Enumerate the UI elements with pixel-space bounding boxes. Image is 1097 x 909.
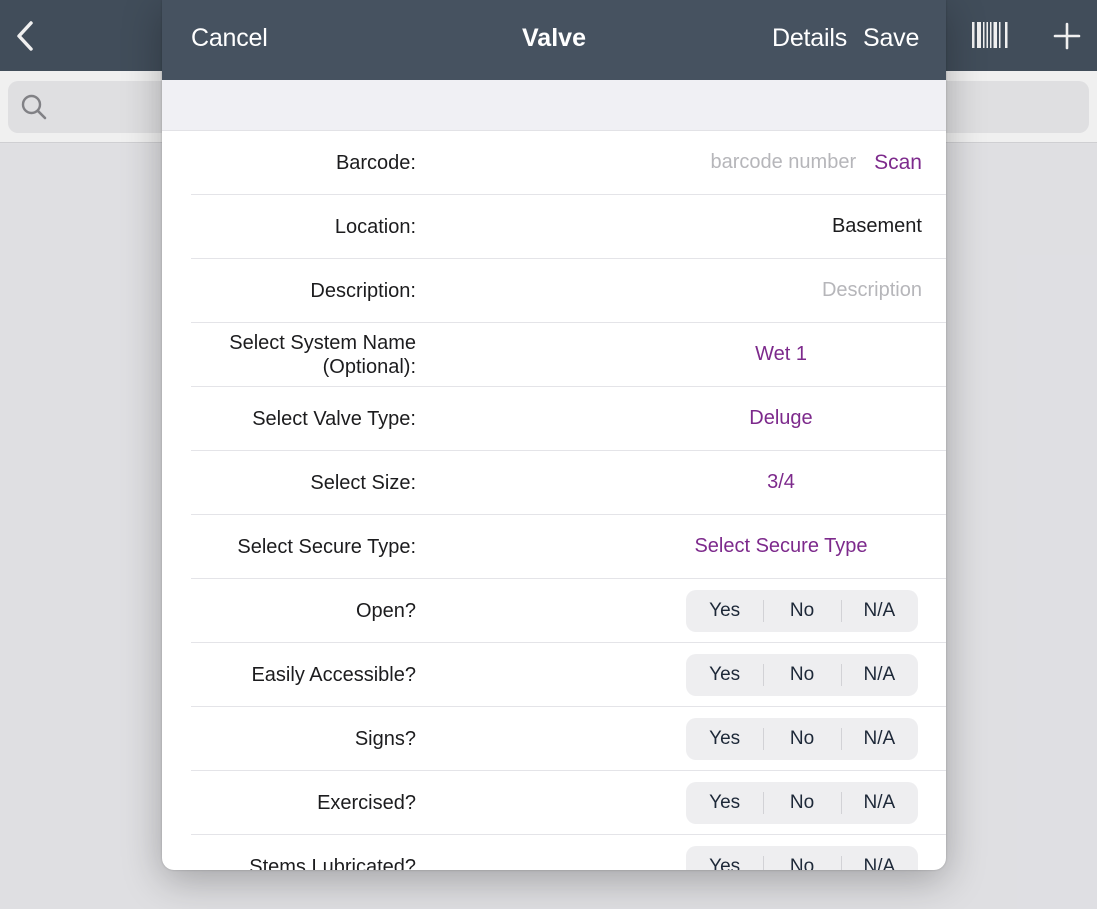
barcode-value-area: barcode number Scan [710,131,922,194]
modal-navbar: Valve Cancel Details Save [162,0,946,80]
segment-na[interactable]: N/A [840,590,918,632]
segment-yes[interactable]: Yes [686,718,763,760]
size-picker[interactable]: 3/4 [631,451,931,514]
description-row: Description: Description [191,259,946,323]
segment-na[interactable]: N/A [840,718,918,760]
yes-no-na-segmented-control: Yes No N/A [686,782,918,824]
segment-na[interactable]: N/A [840,846,918,870]
question-label: Signs? [354,727,416,750]
description-input[interactable]: Description [822,279,922,302]
save-button[interactable]: Save [863,24,919,53]
question-label: Open? [355,599,416,622]
valve-type-label: Select Valve Type: [252,407,416,430]
valve-type-picker[interactable]: Deluge [631,387,931,450]
scan-button[interactable]: Scan [874,151,922,175]
secure-type-picker[interactable]: Select Secure Type [631,515,931,578]
question-row-exercised: Exercised? Yes No N/A [191,771,946,835]
segment-na[interactable]: N/A [840,654,918,696]
barcode-label: Barcode: [335,151,416,174]
segment-no[interactable]: No [763,590,840,632]
segment-yes[interactable]: Yes [686,654,763,696]
yes-no-na-segmented-control: Yes No N/A [686,846,918,870]
valve-form: Barcode: barcode number Scan Location: B… [162,131,946,870]
location-row: Location: Basement [191,195,946,259]
segment-yes[interactable]: Yes [686,846,763,870]
size-label: Select Size: [310,471,416,494]
description-value-area: Description [822,259,922,322]
segment-no[interactable]: No [763,718,840,760]
question-label: Easily Accessible? [251,663,416,686]
segment-no[interactable]: No [763,782,840,824]
yes-no-na-segmented-control: Yes No N/A [686,654,918,696]
location-value-area: Basement [832,195,922,258]
size-row: Select Size: 3/4 [191,451,946,515]
location-input[interactable]: Basement [832,215,922,238]
question-row-open: Open? Yes No N/A [191,579,946,643]
yes-no-na-segmented-control: Yes No N/A [686,718,918,760]
question-label: Exercised? [317,791,416,814]
secure-type-row: Select Secure Type: Select Secure Type [191,515,946,579]
segment-no[interactable]: No [763,846,840,870]
question-row-stems-lubricated: Stems Lubricated? Yes No N/A [191,835,946,870]
segment-yes[interactable]: Yes [686,782,763,824]
question-row-easily-accessible: Easily Accessible? Yes No N/A [191,643,946,707]
valve-modal: Valve Cancel Details Save Barcode: barco… [162,0,946,870]
question-row-signs: Signs? Yes No N/A [191,707,946,771]
description-label: Description: [310,279,416,302]
location-label: Location: [334,215,416,238]
barcode-row: Barcode: barcode number Scan [191,131,946,195]
details-button[interactable]: Details [772,24,847,53]
system-name-label-line2: (Optional): [322,355,416,378]
system-name-label-line1: Select System Name [229,331,416,354]
yes-no-na-segmented-control: Yes No N/A [686,590,918,632]
section-header-spacer [162,80,946,131]
segment-no[interactable]: No [763,654,840,696]
question-label: Stems Lubricated? [249,855,416,871]
barcode-input[interactable]: barcode number [710,151,856,174]
valve-type-row: Select Valve Type: Deluge [191,387,946,451]
system-name-row: Select System Name (Optional): Wet 1 [191,323,946,387]
cancel-button[interactable]: Cancel [191,24,268,53]
segment-na[interactable]: N/A [840,782,918,824]
secure-type-label: Select Secure Type: [237,535,416,558]
segment-yes[interactable]: Yes [686,590,763,632]
system-name-label: Select System Name (Optional): [191,323,416,386]
system-name-picker[interactable]: Wet 1 [631,323,931,386]
